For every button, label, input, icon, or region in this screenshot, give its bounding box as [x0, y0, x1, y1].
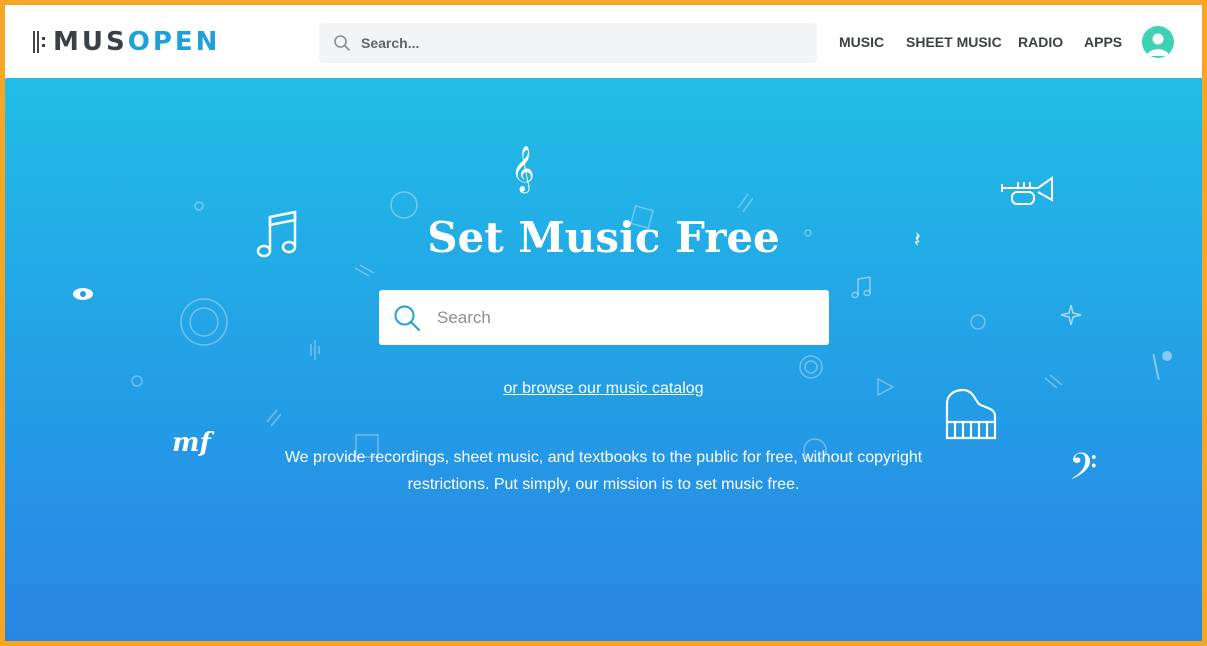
hero-title: Set Music Free — [427, 213, 780, 262]
nav-music[interactable]: MUSIC — [839, 34, 884, 50]
dynamic-marking-mf: mf — [172, 428, 211, 458]
logo-text-mus: MUS — [53, 27, 128, 57]
musopen-logo[interactable]: MUSOPEN — [33, 27, 220, 57]
flag-note-icon — [1152, 351, 1172, 380]
nav-radio[interactable]: RADIO — [1018, 34, 1063, 50]
hero-section: 𝄞 𝄽 mf 𝄢 Set Music Free Search or browse… — [5, 78, 1202, 641]
sparkle-icon — [1060, 304, 1082, 326]
hero-search-bar[interactable] — [379, 290, 829, 345]
site-header: MUSOPEN MUSIC SHEET MUSIC RADIO APPS — [5, 5, 1202, 78]
nav-sheet-music[interactable]: SHEET MUSIC — [906, 34, 1002, 50]
page-frame: MUSOPEN MUSIC SHEET MUSIC RADIO APPS — [0, 0, 1207, 646]
header-search-bar[interactable] — [319, 23, 817, 63]
browse-catalog-link[interactable]: or browse our music catalog — [503, 380, 703, 397]
search-icon — [334, 35, 350, 51]
mission-statement: We provide recordings, sheet music, and … — [284, 449, 923, 493]
header-search-input[interactable] — [359, 34, 783, 52]
logo-text: MUSOPEN — [53, 27, 220, 57]
logo-text-open: OPEN — [127, 27, 221, 57]
user-avatar-icon[interactable] — [1142, 26, 1174, 58]
bass-clef-icon: 𝄢 — [1069, 446, 1098, 497]
treble-clef-icon: 𝄞 — [511, 146, 535, 192]
hero-search-input[interactable] — [435, 306, 819, 329]
trumpet-icon — [1001, 176, 1053, 205]
browse-catalog-row: or browse our music catalog — [5, 380, 1202, 398]
nav-apps[interactable]: APPS — [1084, 34, 1122, 50]
hero-decorations — [131, 191, 1063, 462]
small-music-note-icon — [851, 276, 871, 299]
search-icon — [394, 305, 420, 331]
logo-mark-icon — [33, 31, 47, 53]
eye-icon — [73, 288, 93, 300]
